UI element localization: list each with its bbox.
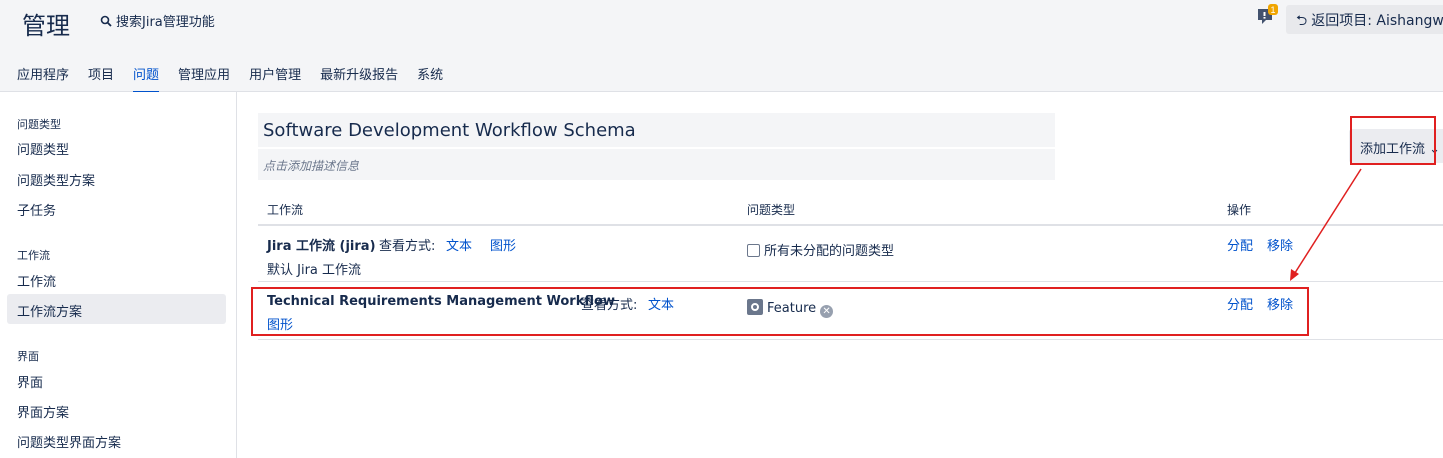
row1-view-label: 查看方式: (379, 239, 436, 254)
header-divider (258, 224, 1443, 226)
sidebar-heading-screens: 界面 (17, 350, 39, 363)
tab-applications[interactable]: 应用程序 (17, 64, 69, 93)
tab-issues[interactable]: 问题 (133, 64, 160, 93)
row1-view-diagram-link[interactable]: 图形 (490, 235, 516, 254)
page-title: 管理 (22, 12, 70, 40)
schema-description-field[interactable]: 点击添加描述信息 (258, 149, 1055, 180)
sidebar-heading-issue-types: 问题类型 (17, 118, 61, 131)
sidebar: 问题类型 问题类型 问题类型方案 子任务 工作流 工作流 工作流方案 界面 界面… (0, 92, 237, 458)
add-workflow-highlight (1350, 116, 1436, 165)
row-divider (258, 339, 1443, 340)
admin-search[interactable]: 搜索Jira管理功能 (100, 11, 215, 30)
sidebar-item-workflow-schemes[interactable]: 工作流方案 (7, 294, 226, 324)
sidebar-item-screens[interactable]: 界面 (17, 372, 43, 391)
row1-view-text-link[interactable]: 文本 (446, 235, 472, 254)
sidebar-item-issue-types[interactable]: 问题类型 (17, 139, 69, 158)
tab-upgrade-report[interactable]: 最新升级报告 (320, 64, 398, 93)
sidebar-item-workflows[interactable]: 工作流 (17, 271, 56, 290)
search-label: 搜索Jira管理功能 (116, 15, 215, 30)
feedback-icon[interactable]: 1 (1257, 4, 1281, 26)
col-header-actions: 操作 (1227, 203, 1252, 217)
tab-manage-apps[interactable]: 管理应用 (178, 64, 230, 93)
row-highlight (251, 287, 1309, 336)
back-label: 返回项目: Aishangwei (1311, 13, 1443, 29)
row-divider (258, 281, 1443, 282)
feedback-badge: 1 (1270, 5, 1275, 15)
sidebar-item-issue-type-screen-schemes[interactable]: 问题类型界面方案 (17, 432, 121, 451)
admin-nav-tabs: 应用程序 项目 问题 管理应用 用户管理 最新升级报告 系统 (17, 64, 462, 93)
row1-assign-link[interactable]: 分配 (1227, 235, 1253, 254)
sidebar-item-issue-type-schemes[interactable]: 问题类型方案 (17, 170, 95, 189)
row1-remove-link[interactable]: 移除 (1267, 235, 1293, 254)
issue-type-icon (747, 244, 760, 257)
sidebar-item-subtasks[interactable]: 子任务 (17, 200, 56, 219)
tab-system[interactable]: 系统 (417, 64, 443, 93)
sidebar-item-screen-schemes[interactable]: 界面方案 (17, 402, 69, 421)
col-header-issue-type: 问题类型 (747, 203, 796, 217)
tab-projects[interactable]: 项目 (88, 64, 114, 93)
back-arrow-icon: ⮌ (1296, 13, 1308, 29)
row1-issue-type-label: 所有未分配的问题类型 (764, 244, 895, 259)
schema-title[interactable]: Software Development Workflow Schema (258, 113, 1055, 147)
sidebar-heading-workflows: 工作流 (17, 249, 50, 262)
row1-issue-type: 所有未分配的问题类型 (747, 240, 894, 259)
top-header: 管理 搜索Jira管理功能 1 ⮌ 返回项目: Aishangwei 应用程序 项… (0, 0, 1443, 93)
back-to-project-button[interactable]: ⮌ 返回项目: Aishangwei (1286, 5, 1443, 34)
row1-subtitle: 默认 Jira 工作流 (267, 263, 362, 278)
col-header-workflow: 工作流 (267, 203, 304, 217)
search-icon (100, 15, 112, 27)
row1-workflow-name: Jira 工作流 (jira) (267, 239, 376, 254)
tab-user-management[interactable]: 用户管理 (249, 64, 301, 93)
main-content: Software Development Workflow Schema 点击添… (237, 92, 1443, 458)
